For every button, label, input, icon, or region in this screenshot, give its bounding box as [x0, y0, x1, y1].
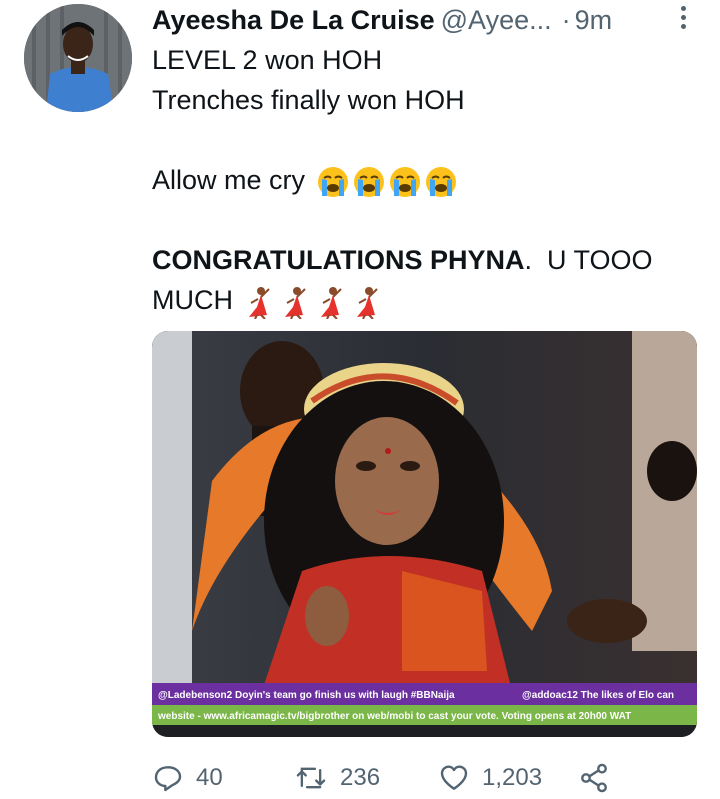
tweet-line-4: CONGRATULATIONS PHYNA. U TOOO — [152, 240, 700, 280]
tweet-media-photo[interactable]: @Ladebenson2 Doyin's team go finish us w… — [152, 331, 697, 737]
woman-dancing-icon — [249, 286, 270, 319]
ticker-line-1-right: @addoac12 The likes of Elo can — [522, 690, 674, 701]
retweet-button[interactable]: 236 — [294, 758, 380, 798]
loudly-crying-face-icon — [354, 166, 385, 197]
woman-dancing-icon — [285, 286, 306, 319]
ticker-line-1-left: @Ladebenson2 Doyin's team go finish us w… — [158, 690, 455, 701]
tweet-actions-bar: 40 236 1,203 — [152, 758, 712, 798]
reply-button[interactable]: 40 — [152, 758, 223, 798]
tweet-timestamp[interactable]: 9m — [575, 5, 613, 36]
avatar[interactable] — [24, 4, 132, 112]
tweet-line-3: Allow me cry — [152, 160, 700, 200]
tweet-line-1: LEVEL 2 won HOH — [152, 45, 383, 75]
separator-dot: · — [561, 4, 571, 35]
loudly-crying-face-icon — [318, 166, 349, 197]
loudly-crying-face-icon — [390, 166, 421, 197]
crying-emojis — [313, 160, 457, 200]
tweet-body: Ayeesha De La Cruise @Ayee... · 9m LEVEL… — [152, 0, 700, 320]
reply-count: 40 — [196, 764, 223, 791]
retweet-count: 236 — [340, 764, 381, 791]
heart-icon — [440, 765, 468, 790]
author-name[interactable]: Ayeesha De La Cruise — [152, 5, 435, 36]
retweet-icon — [296, 767, 326, 789]
author-handle[interactable]: @Ayee... — [441, 5, 552, 36]
woman-dancing-icon — [321, 286, 342, 319]
more-options-icon[interactable] — [676, 6, 690, 34]
like-count: 1,203 — [482, 764, 543, 791]
allow-me-cry-text: Allow me cry — [152, 165, 306, 195]
much-text: MUCH — [152, 285, 233, 315]
tweet-line-4-rest: . U TOOO — [524, 245, 653, 275]
avatar-photo — [24, 4, 132, 112]
tweet-header: Ayeesha De La Cruise @Ayee... · 9m — [152, 0, 700, 40]
mention-bold-text: CONGRATULATIONS PHYNA — [152, 245, 525, 275]
share-button[interactable] — [578, 758, 610, 798]
like-button[interactable]: 1,203 — [438, 758, 542, 798]
ticker-line-2: website - www.africamagic.tv/bigbrother … — [157, 711, 631, 722]
tweet-text: LEVEL 2 won HOH Trenches finally won HOH… — [152, 40, 700, 320]
loudly-crying-face-icon — [426, 166, 457, 197]
reply-icon — [154, 766, 182, 792]
woman-dancing-icon — [357, 286, 378, 319]
tv-screen-photo: @Ladebenson2 Doyin's team go finish us w… — [152, 331, 697, 737]
share-icon — [581, 763, 607, 793]
tweet-line-2: Trenches finally won HOH — [152, 85, 465, 115]
tweet-line-5: MUCH — [152, 280, 700, 320]
dancing-emojis — [239, 280, 383, 320]
